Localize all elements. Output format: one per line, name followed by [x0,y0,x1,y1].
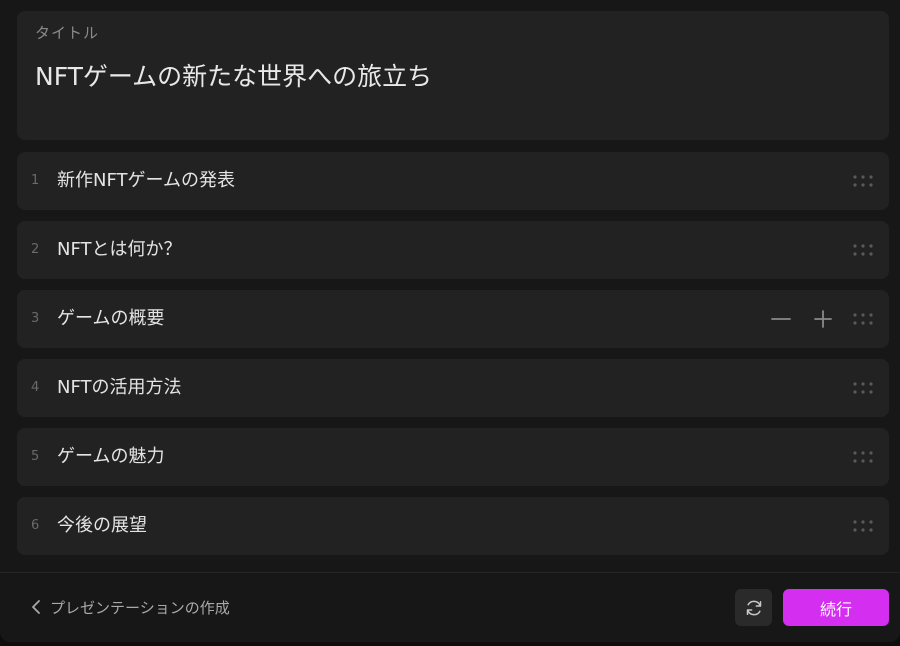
outline-item-4[interactable]: 4 NFTの活用方法 [17,359,889,417]
chevron-left-icon [32,600,40,614]
title-card[interactable]: タイトル NFTゲームの新たな世界への旅立ち [17,11,889,140]
outline-item-2[interactable]: 2 NFTとは何か？ [17,221,889,279]
outline-item-text[interactable]: ゲームの概要 [57,290,164,348]
outline-item-number: 1 [31,173,40,188]
outline-editor-panel: タイトル NFTゲームの新たな世界への旅立ち 1 新作NFTゲームの発表 2 N… [0,0,900,642]
outline-item-1[interactable]: 1 新作NFTゲームの発表 [17,152,889,210]
refresh-button[interactable] [735,589,772,626]
outline-item-3[interactable]: 3 ゲームの概要 [17,290,889,348]
outline-item-number: 4 [31,380,40,395]
outline-item-6[interactable]: 6 今後の展望 [17,497,889,555]
drag-handle-icon[interactable] [853,244,873,256]
outline-item-number: 5 [31,449,40,464]
drag-handle-icon[interactable] [853,175,873,187]
outline-item-5[interactable]: 5 ゲームの魅力 [17,428,889,486]
drag-handle-icon[interactable] [853,382,873,394]
outline-item-text[interactable]: ゲームの魅力 [57,428,164,486]
drag-handle-icon[interactable] [853,313,873,325]
outline-item-number: 6 [31,518,40,533]
drag-handle-icon[interactable] [853,520,873,532]
minus-icon[interactable] [769,307,793,331]
back-button[interactable]: プレゼンテーションの作成 [30,592,230,622]
outline-item-text[interactable]: 新作NFTゲームの発表 [57,152,235,210]
continue-button[interactable]: 続行 [783,589,889,626]
outline-item-text[interactable]: NFTの活用方法 [57,359,182,417]
title-label: タイトル [35,24,100,42]
outline-item-number: 3 [31,311,40,326]
plus-icon[interactable] [811,307,835,331]
title-input[interactable]: NFTゲームの新たな世界への旅立ち [35,57,432,93]
refresh-icon [746,600,761,615]
outline-item-text[interactable]: 今後の展望 [57,497,147,555]
outline-item-text[interactable]: NFTとは何か？ [57,221,182,279]
footer-divider [0,572,900,573]
outline-item-number: 2 [31,242,40,257]
back-button-label: プレゼンテーションの作成 [50,598,230,617]
drag-handle-icon[interactable] [853,451,873,463]
